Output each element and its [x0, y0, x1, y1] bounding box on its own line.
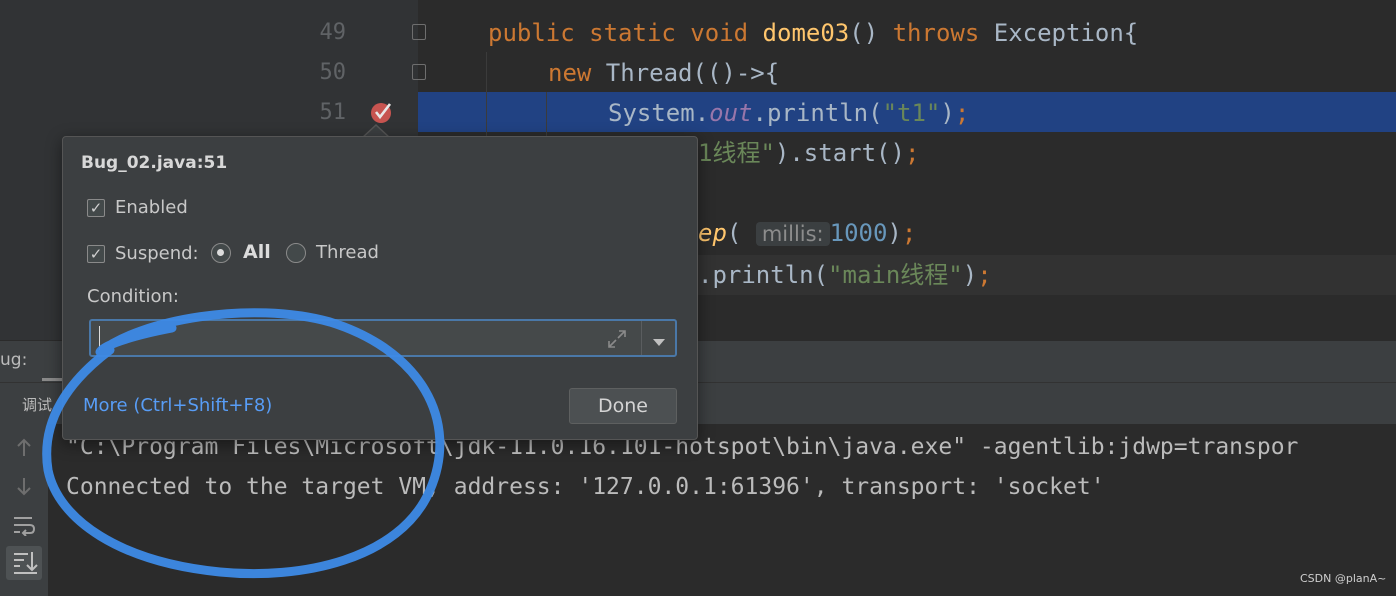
annotation-circle [42, 308, 445, 579]
watermark: CSDN @planA~ [1300, 572, 1387, 585]
